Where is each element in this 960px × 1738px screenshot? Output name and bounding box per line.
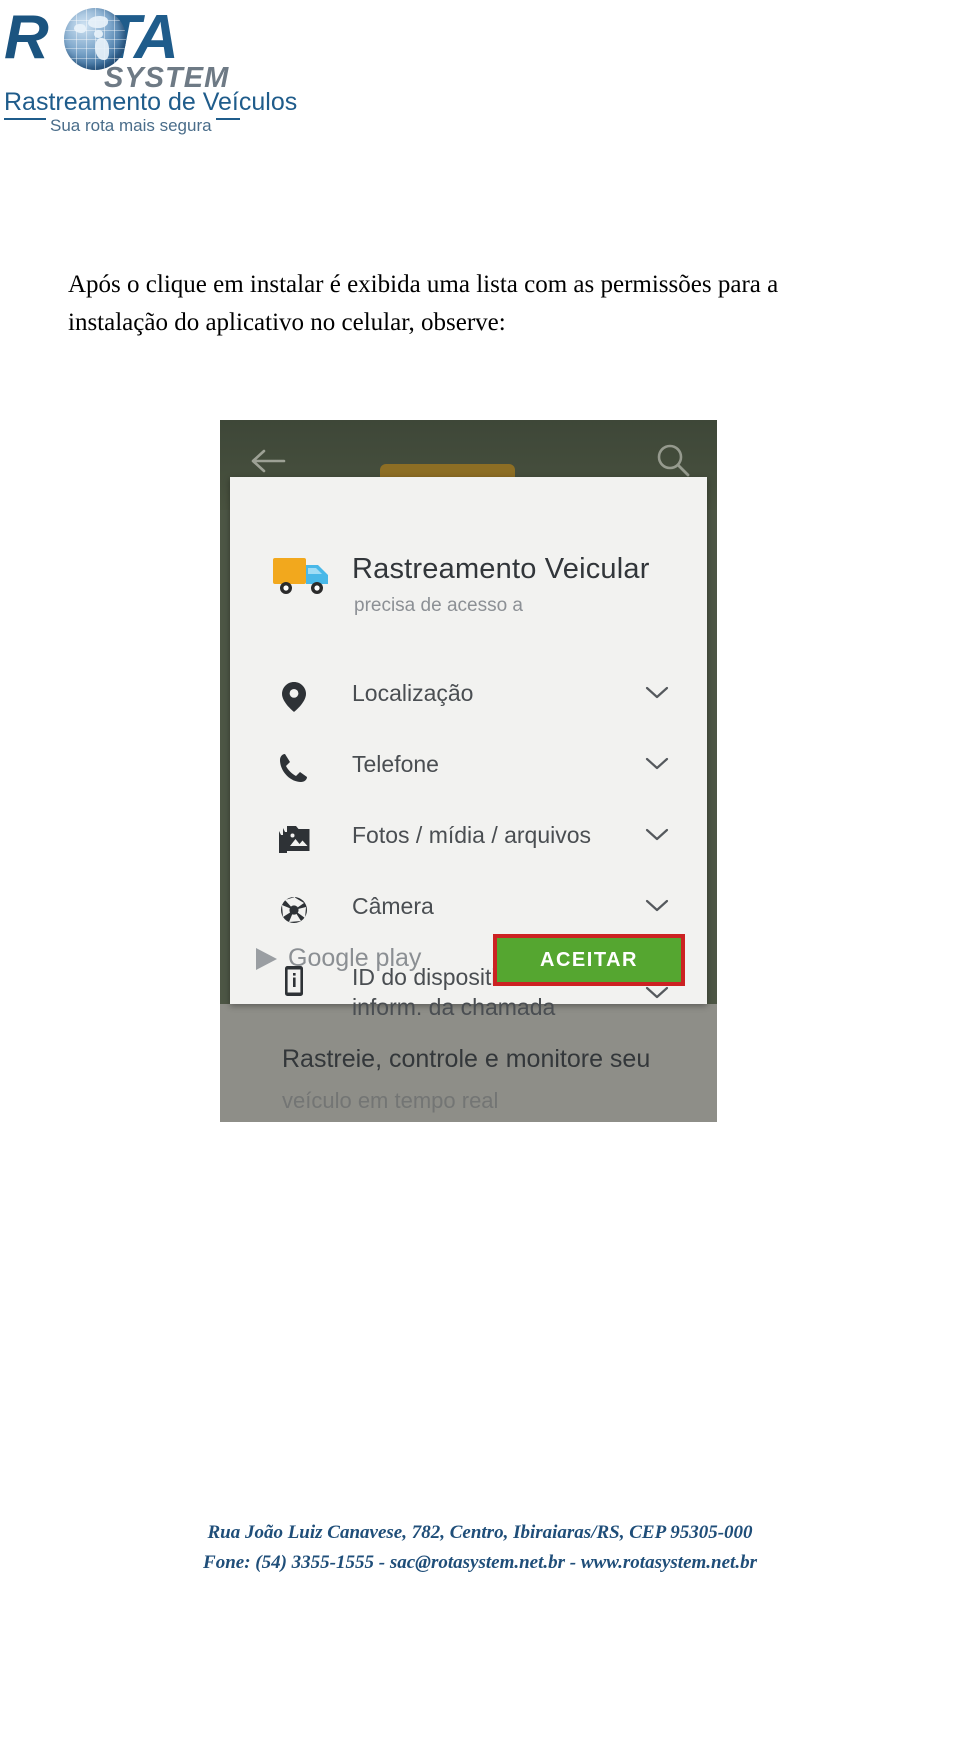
google-play-triangle-icon	[252, 945, 280, 973]
logo-tagline-secondary: Sua rota mais segura	[46, 116, 216, 136]
back-arrow-icon[interactable]	[250, 446, 286, 476]
location-pin-icon	[278, 680, 310, 714]
chevron-down-icon[interactable]	[645, 828, 669, 842]
google-play-label: Google play	[288, 944, 422, 972]
dialog-subtitle: precisa de acesso a	[354, 595, 523, 616]
dialog-app-title: Rastreamento Veicular	[352, 553, 650, 585]
paragraph-line-1: Após o clique em instalar é exibida uma …	[68, 271, 779, 298]
footer-address: Rua João Luiz Canavese, 782, Centro, Ibi…	[207, 1522, 753, 1543]
permissions-dialog: Rastreamento Veicular precisa de acesso …	[230, 477, 707, 1020]
document-paragraph: Após o clique em instalar é exibida uma …	[68, 266, 880, 342]
permission-label: Fotos / mídia / arquivos	[352, 822, 592, 848]
dialog-footer: Google play ACEITAR	[230, 922, 707, 1004]
permission-row-phone[interactable]: Telefone	[230, 743, 707, 814]
store-listing-caption-partial: veículo em tempo real	[282, 1088, 499, 1113]
google-play-branding: Google play	[252, 944, 421, 973]
photos-media-icon	[278, 822, 310, 856]
page-footer: Rua João Luiz Canavese, 782, Centro, Ibi…	[0, 1518, 960, 1578]
search-icon[interactable]	[655, 442, 691, 478]
permission-label: Localização	[352, 680, 474, 706]
company-logo: R TA SYSTEM Rastreamento de Veículos Sua …	[0, 0, 297, 150]
permission-label: Telefone	[352, 751, 439, 777]
phone-icon	[278, 751, 310, 785]
globe-icon	[64, 8, 126, 70]
store-listing-caption: Rastreie, controle e monitore seu	[282, 1045, 651, 1073]
logo-tagline-primary: Rastreamento de Veículos	[4, 88, 298, 116]
chevron-down-icon[interactable]	[645, 899, 669, 913]
permission-row-photos[interactable]: Fotos / mídia / arquivos	[230, 814, 707, 885]
permission-label: Câmera	[352, 893, 434, 919]
logo-rota-letter-r: R	[4, 3, 49, 72]
embedded-phone-screenshot: Rastreamento Veicular precisa de acesso …	[220, 420, 717, 1122]
accept-button-label: ACEITAR	[540, 948, 638, 971]
chevron-down-icon[interactable]	[645, 757, 669, 771]
footer-contact: Fone: (54) 3355-1555 - sac@rotasystem.ne…	[203, 1552, 757, 1573]
accept-button[interactable]: ACEITAR	[493, 934, 685, 986]
permission-row-location[interactable]: Localização	[230, 672, 707, 743]
paragraph-line-2: instalação do aplicativo no celular, obs…	[68, 309, 506, 336]
truck-icon	[272, 553, 336, 597]
chevron-down-icon[interactable]	[645, 686, 669, 700]
